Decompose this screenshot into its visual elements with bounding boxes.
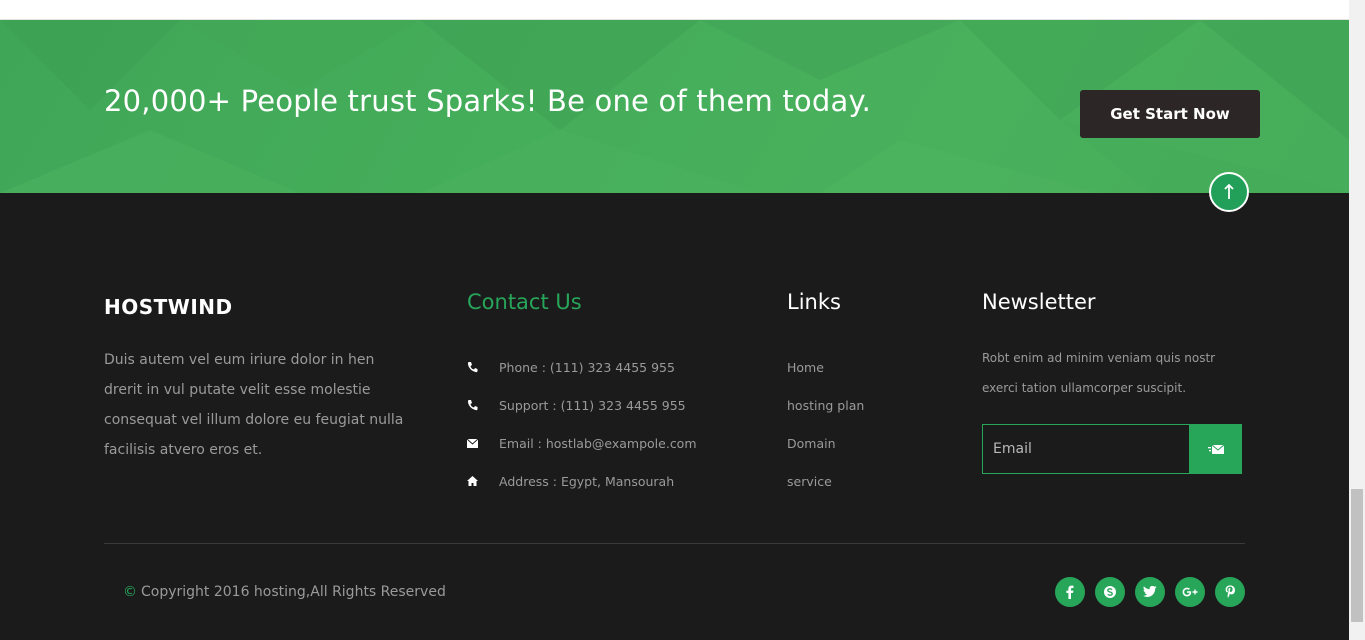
social-links — [1055, 577, 1245, 607]
contact-item-phone: Phone : (111) 323 4455 955 — [467, 348, 697, 386]
contact-support-text: Support : (111) 323 4455 955 — [499, 397, 686, 413]
pinterest-button[interactable] — [1215, 577, 1245, 607]
send-icon — [1207, 444, 1224, 454]
contact-phone-text: Phone : (111) 323 4455 955 — [499, 359, 675, 375]
facebook-button[interactable] — [1055, 577, 1085, 607]
contact-list: Phone : (111) 323 4455 955 Support : (11… — [467, 348, 697, 500]
skype-button[interactable] — [1095, 577, 1125, 607]
top-strip — [0, 0, 1349, 20]
footer-divider — [104, 543, 1245, 544]
cta-title: 20,000+ People trust Sparks! Be one of t… — [104, 84, 872, 118]
brand-name: HOSTWIND — [104, 295, 233, 319]
newsletter-email-input[interactable] — [982, 424, 1190, 474]
contact-item-email: Email : hostlab@exampole.com — [467, 424, 697, 462]
google-plus-icon — [1182, 587, 1198, 597]
copyright: © Copyright 2016 hosting,All Rights Reser… — [123, 584, 446, 600]
newsletter-form — [982, 424, 1242, 474]
about-text: Duis autem vel eum iriure dolor in hen d… — [104, 352, 404, 458]
scroll-to-top-button[interactable] — [1209, 172, 1249, 212]
link-hosting-plan[interactable]: hosting plan — [787, 386, 864, 424]
get-start-now-button[interactable]: Get Start Now — [1080, 90, 1260, 138]
twitter-button[interactable] — [1135, 577, 1165, 607]
skype-icon — [1104, 586, 1116, 598]
envelope-icon — [467, 438, 478, 448]
contact-email-text: Email : hostlab@exampole.com — [499, 435, 697, 451]
cta-banner: 20,000+ People trust Sparks! Be one of t… — [0, 20, 1349, 193]
contact-title: Contact Us — [467, 290, 582, 314]
newsletter-text: Robt enim ad minim veniam quis nostr exe… — [982, 351, 1216, 395]
newsletter-submit-button[interactable] — [1189, 424, 1242, 474]
newsletter-title: Newsletter — [982, 290, 1096, 314]
pinterest-icon — [1225, 585, 1235, 598]
arrow-up-icon — [1224, 184, 1234, 199]
footer: HOSTWIND Duis autem vel eum iriure dolor… — [0, 193, 1349, 640]
link-domain[interactable]: Domain — [787, 424, 864, 462]
twitter-icon — [1143, 586, 1157, 597]
google-plus-button[interactable] — [1175, 577, 1205, 607]
copyright-text: Copyright 2016 hosting,All Rights Reserv… — [141, 584, 446, 600]
facebook-icon — [1066, 585, 1074, 599]
contact-item-support: Support : (111) 323 4455 955 — [467, 386, 697, 424]
phone-icon — [467, 400, 478, 411]
scrollbar-thumb[interactable] — [1351, 489, 1363, 622]
links-title: Links — [787, 290, 841, 314]
home-icon — [467, 476, 478, 486]
link-service[interactable]: service — [787, 462, 864, 500]
copyright-symbol: © — [123, 584, 137, 600]
links-list: Home hosting plan Domain service — [787, 348, 864, 500]
contact-item-address: Address : Egypt, Mansourah — [467, 462, 697, 500]
contact-address-text: Address : Egypt, Mansourah — [499, 473, 675, 489]
link-home[interactable]: Home — [787, 348, 864, 386]
phone-icon — [467, 362, 478, 373]
